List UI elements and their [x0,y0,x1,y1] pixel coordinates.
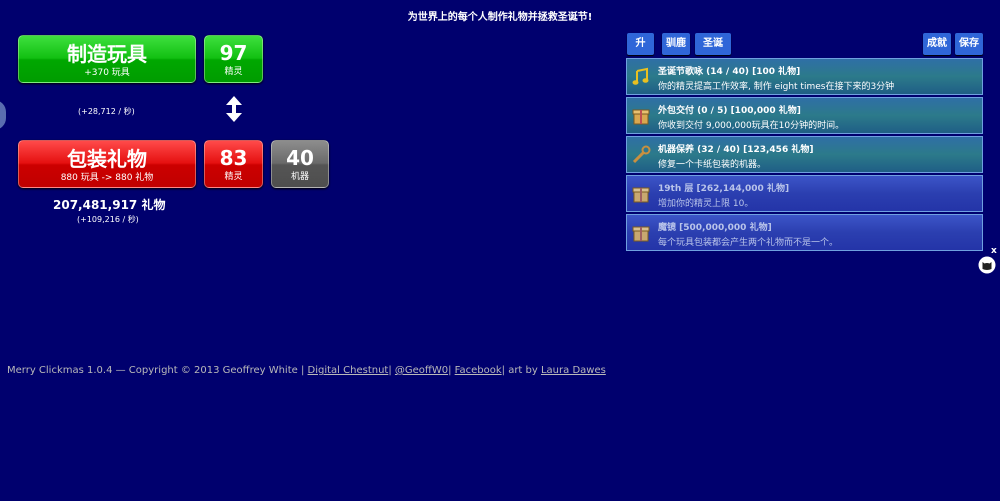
link-facebook[interactable]: Facebook [455,365,502,376]
upgrade-list: 圣诞节歌咏 (14 / 40) [100 礼物] 你的精灵提高工作效率, 制作 … [626,58,983,253]
upgrade-title: 19th 层 [262,144,000 礼物] [658,184,790,194]
upgrade-title: 机器保养 (32 / 40) [123,456 礼物] [658,145,814,155]
make-toys-sub: +370 玩具 [84,68,130,78]
footer-sep: | [388,365,392,376]
upgrade-title: 魔镜 [500,000,000 礼物] [658,223,772,233]
make-toys-button[interactable]: 制造玩具 +370 玩具 [18,35,196,83]
side-edge-tab[interactable] [0,100,6,130]
transfer-arrow-icon[interactable] [225,96,243,122]
tab-upgrade[interactable]: 升级 [627,33,654,71]
tab-reindeer[interactable]: 驯鹿 [662,33,690,55]
upgrade-item-19th-floor[interactable]: 19th 层 [262,144,000 礼物] 增加你的精灵上限 10。 [626,175,983,212]
gifts-total: 207,481,917 礼物 [53,198,166,212]
side-close-icon[interactable]: x [991,246,997,256]
wrap-gifts-button[interactable]: 包装礼物 880 玩具 -> 880 礼物 [18,140,196,188]
upgrade-desc: 增加你的精灵上限 10。 [658,199,754,209]
link-laura-dawes[interactable]: Laura Dawes [541,365,606,376]
upgrade-item-outsourcing[interactable]: 外包交付 (0 / 5) [100,000 礼物] 你收到交付 9,000,00… [626,97,983,134]
upgrade-item-machine-repair[interactable]: 机器保养 (32 / 40) [123,456 礼物] 修复一个卡纸包装的机器。 [626,136,983,173]
upgrade-title: 圣诞节歌咏 (14 / 40) [100 礼物] [658,67,801,77]
footer-sep: | [448,365,452,376]
link-twitter[interactable]: @GeoffW0 [395,365,448,376]
upgrade-desc: 你收到交付 9,000,000玩具在10分钟的时间。 [658,121,845,131]
footer-copyright: Merry Clickmas 1.0.4 — Copyright © 2013 … [7,365,305,376]
headline: 为世界上的每个人制作礼物并拯救圣诞节! [407,12,593,23]
wrap-gifts-label: 包装礼物 [67,147,147,171]
elves-wrap-counter[interactable]: 83 精灵 [204,140,263,188]
footer-art-by: | art by [501,365,538,376]
make-toys-label: 制造玩具 [67,42,147,66]
elves-make-label: 精灵 [224,67,243,77]
upgrade-desc: 你的精灵提高工作效率, 制作 eight times在接下来的3分钟 [658,82,895,92]
upgrade-desc: 每个玩具包装都会产生两个礼物而不是一个。 [658,238,839,248]
gift-box-icon [631,106,651,126]
save-button[interactable]: 保存 [955,33,983,55]
elves-make-counter[interactable]: 97 精灵 [204,35,263,83]
music-note-icon [631,67,651,87]
gift-box-icon [631,223,651,243]
machines-count: 40 [286,146,314,170]
elves-wrap-label: 精灵 [224,172,243,182]
link-digital-chestnut[interactable]: Digital Chestnut [308,365,389,376]
machines-counter[interactable]: 40 机器 [271,140,329,188]
github-cat-icon[interactable] [978,256,996,274]
gift-rate: (+109,216 / 秒) [77,215,139,224]
tab-achievements[interactable]: 成就 [923,33,951,55]
machines-label: 机器 [290,172,309,182]
upgrade-title: 外包交付 (0 / 5) [100,000 礼物] [658,106,801,116]
toy-rate: (+28,712 / 秒) [78,107,135,116]
gift-box-icon [631,184,651,204]
elves-wrap-count: 83 [219,146,248,170]
wrench-icon [631,145,651,165]
upgrade-item-christmas-carol[interactable]: 圣诞节歌咏 (14 / 40) [100 礼物] 你的精灵提高工作效率, 制作 … [626,58,983,95]
upgrade-item-magic-mirror[interactable]: 魔镜 [500,000,000 礼物] 每个玩具包装都会产生两个礼物而不是一个。 [626,214,983,251]
upgrade-desc: 修复一个卡纸包装的机器。 [658,160,767,170]
footer: Merry Clickmas 1.0.4 — Copyright © 2013 … [7,365,606,376]
elves-make-count: 97 [219,41,248,65]
tab-tree[interactable]: 圣诞树 [695,33,731,71]
wrap-gifts-sub: 880 玩具 -> 880 礼物 [60,173,154,183]
